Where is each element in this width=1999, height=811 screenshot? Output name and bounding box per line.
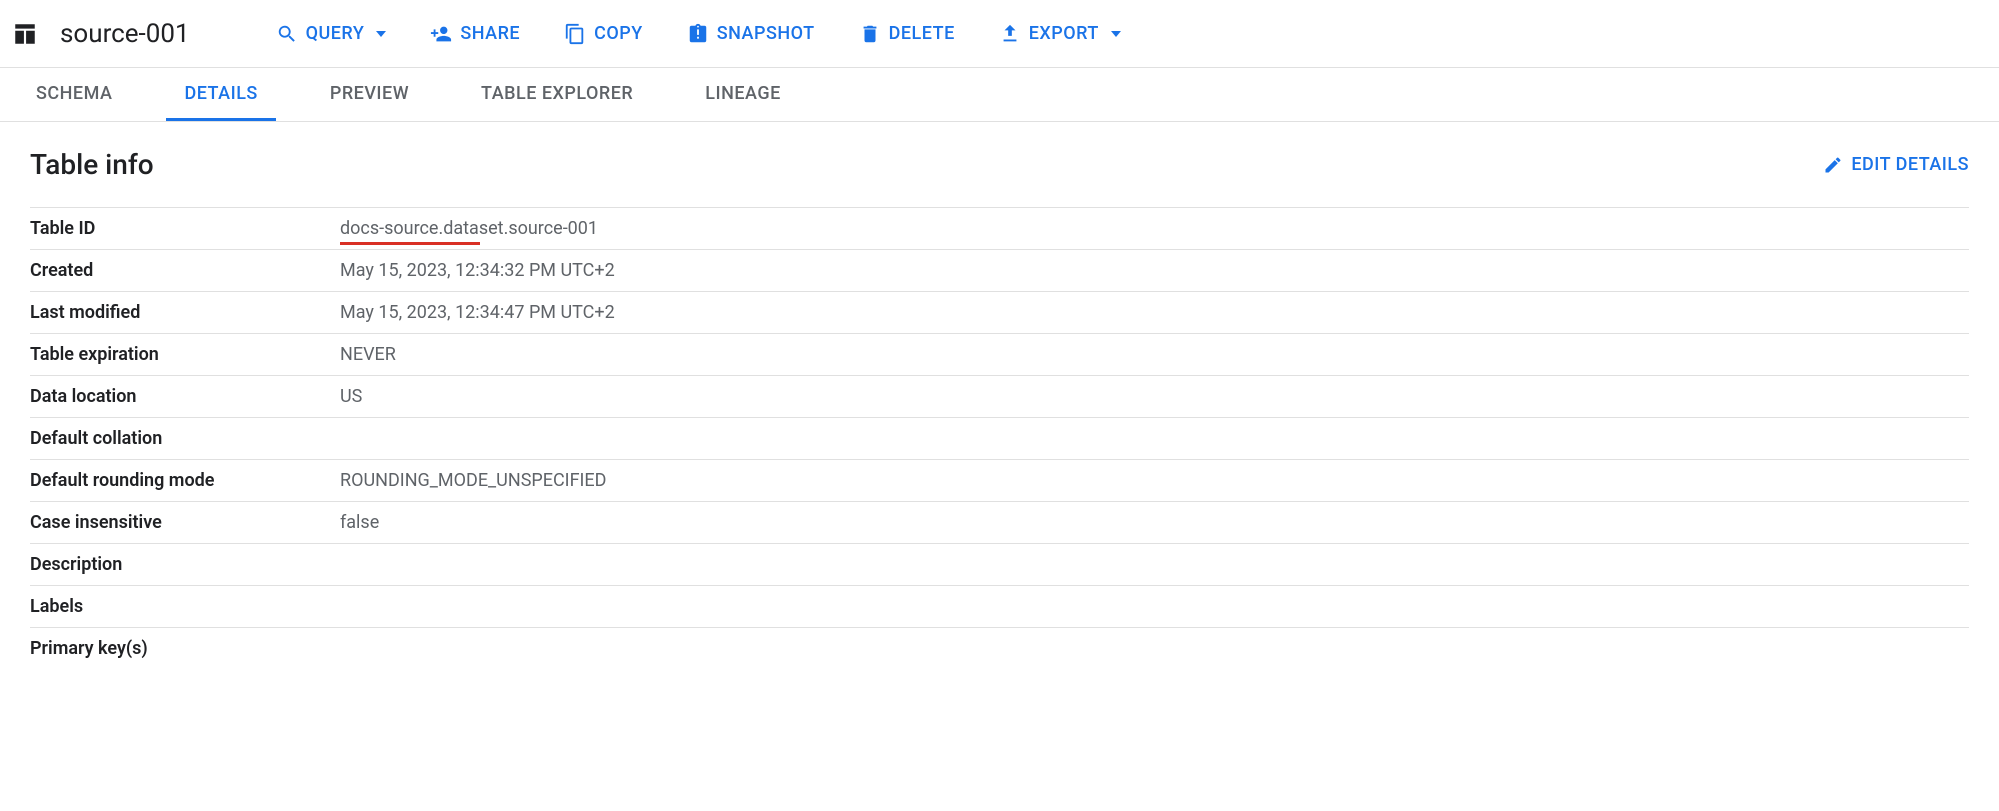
page-title: source-001 [60,19,190,49]
delete-icon [859,23,881,45]
snapshot-icon [687,23,709,45]
info-value: NEVER [340,334,1969,376]
table-row: Last modifiedMay 15, 2023, 12:34:47 PM U… [30,292,1969,334]
table-row: Data locationUS [30,376,1969,418]
share-label: SHARE [460,23,520,44]
delete-label: DELETE [889,23,955,44]
table-row: Table expirationNEVER [30,334,1969,376]
info-label: Last modified [30,292,340,334]
chevron-down-icon [1111,31,1121,37]
upload-icon [999,23,1021,45]
export-label: EXPORT [1029,23,1099,44]
info-label: Description [30,544,340,586]
info-label: Data location [30,376,340,418]
info-label: Labels [30,586,340,628]
info-value [340,586,1969,628]
info-value: May 15, 2023, 12:34:32 PM UTC+2 [340,250,1969,292]
delete-button[interactable]: DELETE [841,15,973,53]
person-add-icon [430,23,452,45]
tab-lineage[interactable]: LINEAGE [687,68,799,121]
info-value [340,628,1969,670]
toolbar: source-001 QUERY SHARE COPY SNAPSHOT DEL… [0,0,1999,68]
tab-preview[interactable]: PREVIEW [312,68,427,121]
table-row: Default collation [30,418,1969,460]
info-value: May 15, 2023, 12:34:47 PM UTC+2 [340,292,1969,334]
info-value [340,418,1969,460]
info-label: Case insensitive [30,502,340,544]
info-value: ROUNDING_MODE_UNSPECIFIED [340,460,1969,502]
annotation-underline [340,242,480,245]
info-label: Primary key(s) [30,628,340,670]
chevron-down-icon [376,31,386,37]
pencil-icon [1823,155,1843,175]
table-row: Description [30,544,1969,586]
table-row: Case insensitivefalse [30,502,1969,544]
content: Table info EDIT DETAILS Table IDdocs-sou… [0,122,1999,695]
table-row: Labels [30,586,1969,628]
info-label: Default collation [30,418,340,460]
table-info: Table IDdocs-source.dataset.source-001Cr… [30,207,1969,669]
edit-details-label: EDIT DETAILS [1851,154,1969,175]
query-button[interactable]: QUERY [258,15,405,53]
table-row: Default rounding modeROUNDING_MODE_UNSPE… [30,460,1969,502]
export-button[interactable]: EXPORT [981,15,1139,53]
tab-table-explorer[interactable]: TABLE EXPLORER [463,68,651,121]
tab-schema[interactable]: SCHEMA [18,68,130,121]
tabs: SCHEMA DETAILS PREVIEW TABLE EXPLORER LI… [0,68,1999,122]
copy-label: COPY [594,23,643,44]
info-label: Table expiration [30,334,340,376]
table-row: Primary key(s) [30,628,1969,670]
info-label: Table ID [30,208,340,250]
info-value: false [340,502,1969,544]
table-icon [12,21,38,47]
snapshot-label: SNAPSHOT [717,23,815,44]
share-button[interactable]: SHARE [412,15,538,53]
section-header: Table info EDIT DETAILS [30,148,1969,181]
info-value: docs-source.dataset.source-001 [340,208,1969,250]
edit-details-button[interactable]: EDIT DETAILS [1823,154,1969,175]
tab-details[interactable]: DETAILS [166,68,275,121]
search-icon [276,23,298,45]
copy-icon [564,23,586,45]
info-value: US [340,376,1969,418]
copy-button[interactable]: COPY [546,15,661,53]
snapshot-button[interactable]: SNAPSHOT [669,15,833,53]
info-value [340,544,1969,586]
table-row: CreatedMay 15, 2023, 12:34:32 PM UTC+2 [30,250,1969,292]
section-title: Table info [30,148,154,181]
info-label: Default rounding mode [30,460,340,502]
query-label: QUERY [306,23,365,44]
info-label: Created [30,250,340,292]
table-row: Table IDdocs-source.dataset.source-001 [30,208,1969,250]
